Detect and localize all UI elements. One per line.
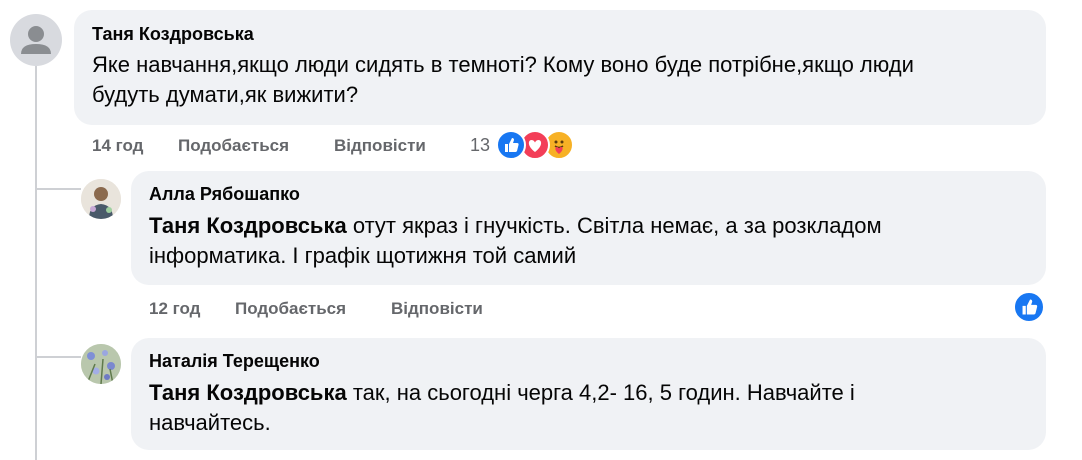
- avatar-user-photo[interactable]: [81, 344, 121, 384]
- timestamp[interactable]: 12 год: [149, 299, 200, 319]
- comment-text-line: навчайтесь.: [149, 410, 271, 435]
- reaction-count[interactable]: 13: [470, 135, 490, 156]
- comment-text-line: Таня Коздровська так, на сьогодні черга …: [149, 378, 1028, 408]
- comment-text-line: Яке навчання,якщо люди сидять в темноті?…: [92, 52, 914, 77]
- comment-bubble: Таня Коздровська Яке навчання,якщо люди …: [74, 10, 1046, 125]
- reply-bubble: Алла Рябошапко Таня Коздровська отут якр…: [131, 171, 1046, 285]
- like-button[interactable]: Подобається: [178, 136, 289, 156]
- comment-text: Таня Коздровська так, на сьогодні черга …: [149, 378, 1028, 438]
- comment-text-line: інформатика. І графік щотижня той самий: [149, 243, 577, 268]
- like-icon[interactable]: [1013, 291, 1045, 323]
- flowers-photo-icon: [81, 344, 121, 384]
- comment-text-line: будуть думати,як вижити?: [92, 82, 359, 107]
- comment-author[interactable]: Наталія Терещенко: [149, 351, 1028, 372]
- comment-text: Таня Коздровська отут якраз і гнучкість.…: [149, 211, 1028, 271]
- avatar-default[interactable]: [10, 14, 62, 66]
- reply-bubble: Наталія Терещенко Таня Коздровська так, …: [131, 338, 1046, 450]
- like-icon: [496, 130, 526, 160]
- comment-author[interactable]: Таня Коздровська: [92, 24, 1028, 45]
- reactions-summary[interactable]: [496, 130, 580, 160]
- timestamp[interactable]: 14 год: [92, 136, 143, 156]
- default-user-icon: [21, 26, 51, 54]
- thread-line-vertical: [35, 66, 37, 460]
- mention-link[interactable]: Таня Коздровська: [149, 213, 347, 238]
- thread-branch-2: [35, 356, 81, 358]
- thread-branch-1: [35, 188, 81, 190]
- comment-text-rest: так, на сьогодні черга 4,2- 16, 5 годин.…: [346, 380, 855, 405]
- reply-button[interactable]: Відповісти: [391, 299, 483, 319]
- comment-author[interactable]: Алла Рябошапко: [149, 184, 1028, 205]
- comment-text: Яке навчання,якщо люди сидять в темноті?…: [92, 50, 1028, 110]
- user-photo-icon: [81, 179, 121, 219]
- reply-button[interactable]: Відповісти: [334, 136, 426, 156]
- like-button[interactable]: Подобається: [235, 299, 346, 319]
- comment-text-rest: отут якраз і гнучкість. Світла немає, а …: [346, 213, 882, 238]
- mention-link[interactable]: Таня Коздровська: [149, 380, 347, 405]
- comment-actions: 12 год Подобається Відповісти: [149, 299, 569, 323]
- comment-text-line: Таня Коздровська отут якраз і гнучкість.…: [149, 211, 1028, 241]
- avatar-user-photo[interactable]: [81, 179, 121, 219]
